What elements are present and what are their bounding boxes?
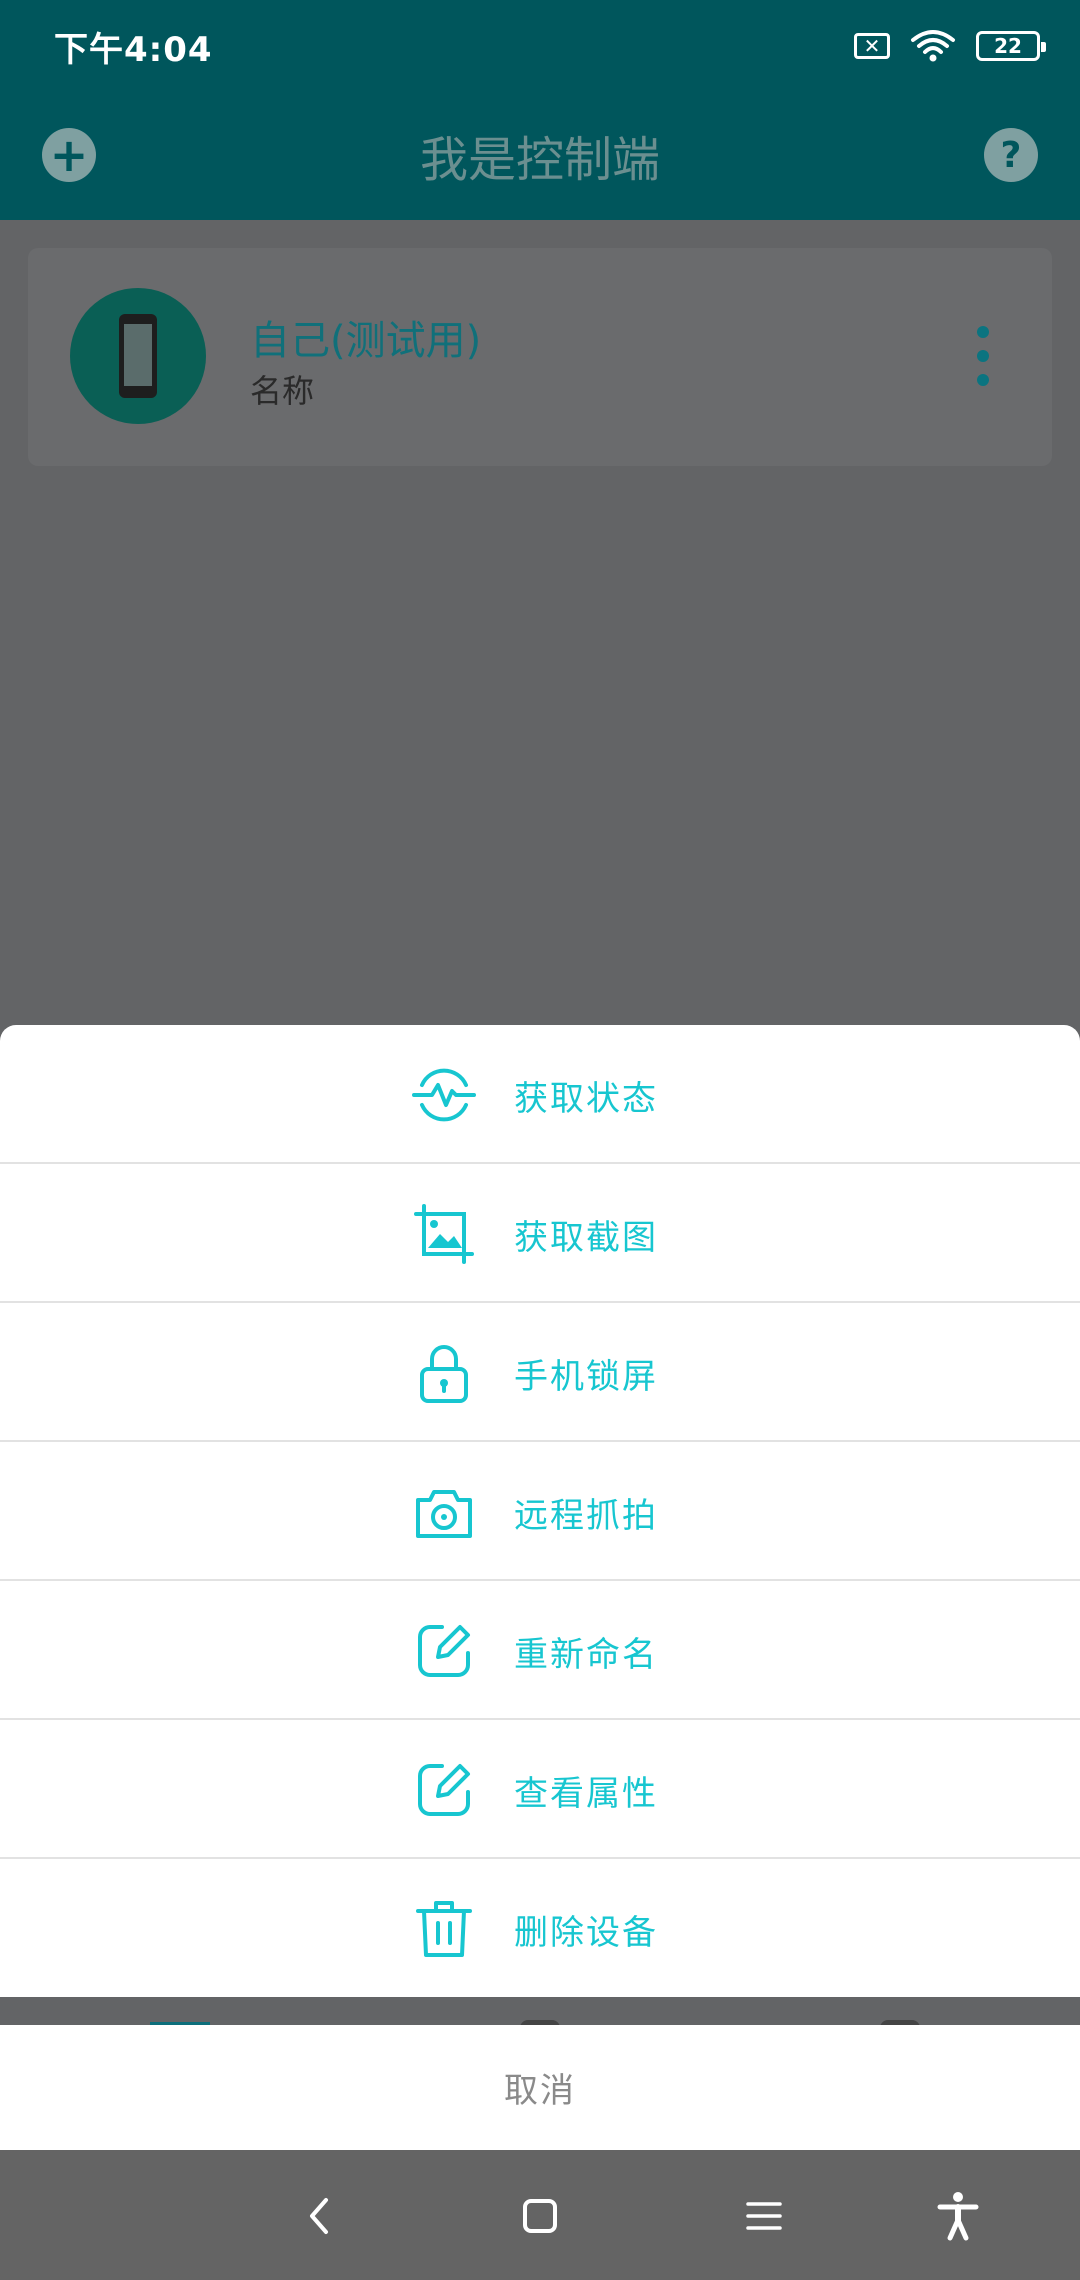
cancel-button[interactable]: 取消 bbox=[0, 2025, 1080, 2150]
status-icons: ✕ 22 bbox=[854, 26, 1046, 66]
device-subtitle: 名称 bbox=[250, 372, 315, 410]
pulse-icon bbox=[412, 1068, 476, 1122]
navigation-bar bbox=[0, 2150, 1080, 2280]
image-crop-icon bbox=[414, 1204, 474, 1264]
back-icon[interactable] bbox=[292, 2188, 348, 2244]
battery-icon: 22 bbox=[976, 31, 1046, 61]
edit-icon bbox=[418, 1625, 470, 1677]
status-time: 下午4:04 bbox=[54, 30, 213, 70]
action-get-screenshot[interactable]: 获取截图 bbox=[0, 1164, 1080, 1303]
app-bar: + 我是控制端 ? bbox=[0, 90, 1080, 220]
action-label: 查看属性 bbox=[514, 1774, 658, 1814]
action-label: 获取截图 bbox=[514, 1218, 658, 1258]
action-lock-screen[interactable]: 手机锁屏 bbox=[0, 1303, 1080, 1442]
action-remote-capture[interactable]: 远程抓拍 bbox=[0, 1442, 1080, 1581]
battery-level: 22 bbox=[994, 34, 1022, 58]
lock-icon bbox=[420, 1345, 468, 1403]
action-label: 获取状态 bbox=[514, 1079, 658, 1119]
home-icon[interactable] bbox=[512, 2188, 568, 2244]
edit-icon bbox=[418, 1764, 470, 1816]
action-label: 重新命名 bbox=[514, 1635, 658, 1675]
action-delete-device[interactable]: 删除设备 bbox=[0, 1859, 1080, 1998]
accessibility-icon[interactable] bbox=[930, 2188, 986, 2244]
phone-icon bbox=[119, 314, 157, 398]
device-avatar bbox=[70, 288, 206, 424]
sim-x-icon: ✕ bbox=[854, 33, 890, 59]
action-label: 删除设备 bbox=[514, 1913, 658, 1953]
recents-icon[interactable] bbox=[736, 2188, 792, 2244]
action-sheet: 获取状态 获取截图 手机锁屏 远程抓拍 重新命名 查看属性 删除设备 bbox=[0, 1025, 1080, 1997]
action-label: 手机锁屏 bbox=[514, 1357, 658, 1397]
help-icon[interactable]: ? bbox=[984, 128, 1038, 182]
wifi-icon bbox=[911, 30, 955, 62]
device-card[interactable]: 自己(测试用) 名称 bbox=[28, 248, 1052, 466]
trash-icon bbox=[416, 1901, 472, 1957]
action-rename[interactable]: 重新命名 bbox=[0, 1581, 1080, 1720]
camera-icon bbox=[416, 1490, 472, 1538]
device-name: 自己(测试用) bbox=[250, 318, 482, 364]
action-label: 远程抓拍 bbox=[514, 1496, 658, 1536]
page-title: 我是控制端 bbox=[419, 132, 660, 188]
status-bar: 下午4:04 ✕ 22 bbox=[0, 0, 1080, 90]
action-view-properties[interactable]: 查看属性 bbox=[0, 1720, 1080, 1859]
more-vertical-icon[interactable] bbox=[976, 326, 990, 386]
action-get-status[interactable]: 获取状态 bbox=[0, 1025, 1080, 1164]
